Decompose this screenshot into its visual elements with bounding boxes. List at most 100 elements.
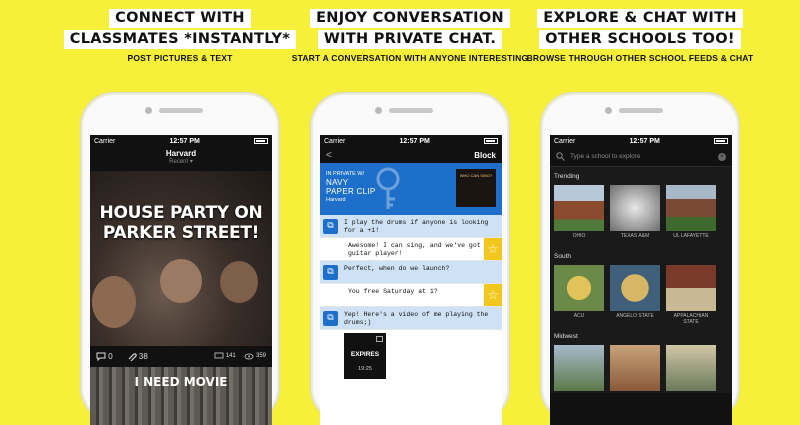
school-name: ACU (573, 313, 585, 319)
phone-screen: Carrier 12:57 PM Harvard Recent ▾ HOUSE … (90, 135, 272, 425)
message-icon (214, 352, 223, 359)
subtitle: POST PICTURES & TEXT (127, 53, 233, 63)
school-image (666, 265, 716, 311)
message-text: You free Saturday at 1? (348, 288, 438, 295)
headline: CONNECT WITH CLASSMATES *INSTANTLY* (60, 8, 300, 50)
school-name: TEXAS A&M (620, 233, 650, 239)
headline: EXPLORE & CHAT WITH OTHER SCHOOLS TOO! (520, 8, 760, 50)
status-bar: Carrier 12:57 PM (550, 135, 732, 147)
clear-icon[interactable]: × (718, 152, 726, 161)
school-image (554, 265, 604, 311)
school-image (610, 185, 660, 231)
section-header: South (550, 247, 732, 263)
message-text: Perfect, when do we launch? (344, 265, 450, 272)
chat-partner-school: Harvard (326, 197, 346, 203)
back-button[interactable]: < (326, 150, 332, 161)
chat-partner-name: NAVY PAPER CLIP (326, 178, 376, 196)
post-card[interactable]: HOUSE PARTY ON PARKER STREET! (90, 171, 272, 346)
panel-explore: EXPLORE & CHAT WITH OTHER SCHOOLS TOO! B… (520, 0, 760, 425)
message-incoming: ⧉ Yep! Here's a video of me playing the d… (320, 307, 502, 330)
star-icon[interactable]: ☆ (484, 284, 502, 306)
school-tile[interactable] (666, 345, 716, 391)
comment-icon (96, 352, 106, 361)
private-label: IN PRIVATE W/ (326, 171, 364, 177)
school-image (554, 185, 604, 231)
like-button[interactable]: 38 (127, 352, 148, 361)
headline-line: CONNECT WITH (109, 9, 251, 28)
clock: 12:57 PM (169, 137, 200, 145)
headline-line: EXPLORE & CHAT WITH (537, 9, 743, 28)
comment-count: 0 (108, 351, 113, 361)
eye-icon (244, 353, 254, 359)
person-photo (220, 261, 258, 303)
search-input[interactable]: Type a school to explore (570, 153, 640, 160)
battery-icon (254, 138, 268, 144)
post-thumbnail[interactable]: WHO CAN SING? (456, 169, 496, 207)
nav-bar[interactable]: Harvard Recent ▾ (90, 147, 272, 171)
panel-connect: CONNECT WITH CLASSMATES *INSTANTLY* POST… (60, 0, 300, 425)
school-image (666, 185, 716, 231)
school-row (550, 343, 732, 393)
camera (605, 107, 612, 114)
carrier-label: Carrier (554, 137, 576, 145)
subtitle: BROWSE THROUGH OTHER SCHOOL FEEDS & CHAT (526, 53, 754, 63)
headline-line: CLASSMATES *INSTANTLY* (63, 30, 297, 49)
carrier-label: Carrier (324, 137, 346, 145)
nav-bar: < Block (320, 147, 502, 163)
message-outgoing: You free Saturday at 1? ☆ (320, 284, 502, 307)
school-name: OHIO (572, 233, 586, 239)
school-tile[interactable] (610, 345, 660, 391)
battery-icon (484, 138, 498, 144)
carrier-label: Carrier (94, 137, 116, 145)
clock: 12:57 PM (399, 137, 430, 145)
block-button[interactable]: Block (474, 151, 496, 160)
paperclip-icon (128, 352, 137, 361)
post-actions: 0 38 141 359 (90, 347, 272, 365)
message-text: I play the drums if anyone is looking fo… (344, 219, 489, 234)
school-tile[interactable]: ANGELO STATE (610, 265, 660, 325)
school-search[interactable]: Type a school to explore × (550, 147, 732, 167)
school-image (610, 265, 660, 311)
phone-frame: Carrier 12:57 PM Harvard Recent ▾ HOUSE … (80, 92, 280, 425)
like-count: 38 (138, 351, 148, 361)
phone-frame: Carrier 12:57 PM Type a school to explor… (540, 92, 740, 425)
school-row: ACU ANGELO STATE APPALACHIAN STATE (550, 263, 732, 327)
paperclip-icon: ⧉ (323, 219, 338, 234)
expiring-video[interactable]: EXPIRES 19:25 (344, 333, 386, 379)
school-tile[interactable]: APPALACHIAN STATE (666, 265, 716, 325)
message-count: 141 (225, 353, 236, 359)
status-bar: Carrier 12:57 PM (320, 135, 502, 147)
expires-time: 19:25 (358, 366, 372, 372)
video-icon (376, 336, 383, 342)
chat-header: IN PRIVATE W/ NAVY PAPER CLIP Harvard WH… (320, 163, 502, 215)
school-tile[interactable]: OHIO (554, 185, 604, 245)
school-title: Harvard (165, 149, 197, 158)
battery-icon (714, 138, 728, 144)
school-tile[interactable] (554, 345, 604, 391)
school-tile[interactable]: TEXAS A&M (610, 185, 660, 245)
sort-dropdown[interactable]: Recent ▾ (90, 158, 272, 165)
subtitle: START A CONVERSATION WITH ANYONE INTERES… (291, 53, 529, 63)
thumbnail-caption: WHO CAN SING? (459, 173, 493, 178)
speaker (619, 108, 663, 113)
comment-button[interactable]: 0 (96, 352, 113, 361)
post-card[interactable]: I NEED MOVIE (90, 367, 272, 425)
school-tile[interactable]: ACU (554, 265, 604, 325)
message-text: Awesome! I can sing, and we've got a gui… (348, 242, 489, 257)
paperclip-icon: ⧉ (323, 265, 338, 280)
school-image (554, 345, 604, 391)
message-text: Yep! Here's a video of me playing the dr… (344, 311, 489, 326)
phone-screen: Carrier 12:57 PM < Block IN PRIVATE W/ N… (320, 135, 502, 425)
speaker (389, 108, 433, 113)
camera (375, 107, 382, 114)
speaker (159, 108, 203, 113)
message-incoming: ⧉ Perfect, when do we launch? (320, 261, 502, 284)
phone-screen: Carrier 12:57 PM Type a school to explor… (550, 135, 732, 425)
headline-line: OTHER SCHOOLS TOO! (539, 30, 741, 49)
star-icon[interactable]: ☆ (484, 238, 502, 260)
views: 359 (244, 352, 266, 361)
post-title: I NEED MOVIE (134, 375, 228, 389)
school-tile[interactable]: UL LAFAYETTE (666, 185, 716, 245)
panel-chat: ENJOY CONVERSATION WITH PRIVATE CHAT. ST… (290, 0, 530, 425)
message-button[interactable]: 141 (214, 352, 236, 361)
